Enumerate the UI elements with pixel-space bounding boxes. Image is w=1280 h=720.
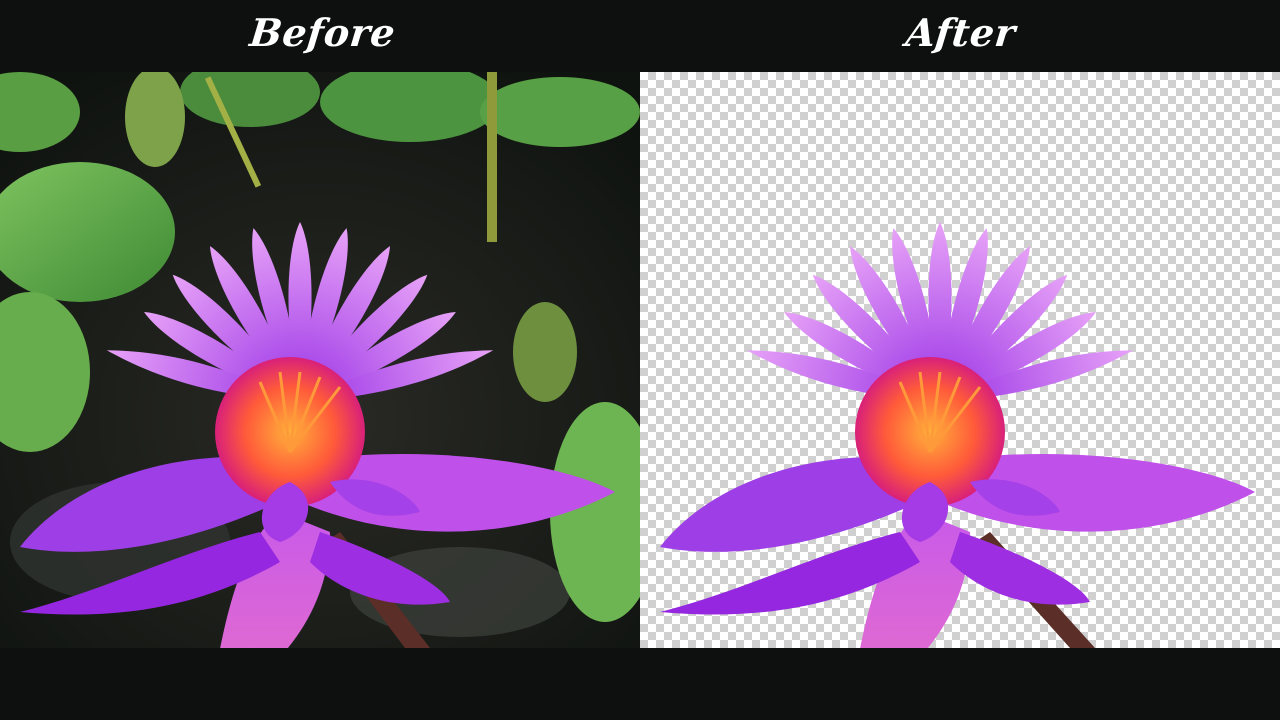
after-label: After: [903, 10, 1018, 55]
before-image: [0, 72, 640, 648]
before-photo-svg: [0, 72, 640, 648]
before-label: Before: [247, 10, 398, 55]
footer-bar: [0, 648, 1280, 720]
after-image: [640, 72, 1280, 648]
header-bar: Before After: [0, 0, 1280, 72]
after-cutout-svg: [660, 222, 1255, 648]
